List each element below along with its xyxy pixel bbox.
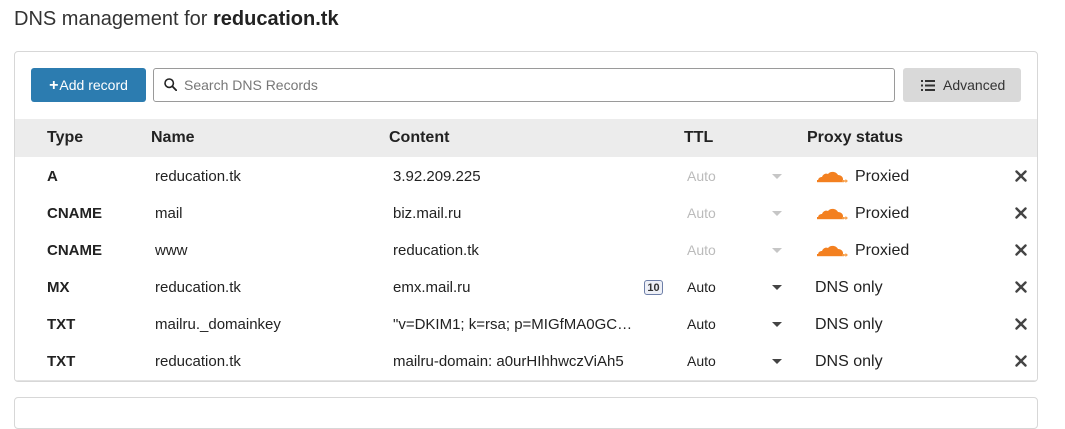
proxy-status[interactable]: DNS only: [815, 343, 883, 380]
add-record-button[interactable]: +Add record: [31, 68, 146, 102]
record-content[interactable]: emx.mail.ru: [393, 269, 471, 306]
record-content[interactable]: reducation.tk: [393, 232, 479, 269]
header-content[interactable]: Content: [389, 119, 449, 157]
ttl-select[interactable]: Auto: [687, 195, 716, 232]
record-name[interactable]: reducation.tk: [155, 158, 241, 195]
advanced-button[interactable]: Advanced: [903, 68, 1021, 102]
chevron-down-icon[interactable]: [772, 211, 782, 216]
record-type: MX: [47, 279, 70, 296]
record-type: A: [47, 168, 58, 185]
close-icon[interactable]: [1014, 169, 1028, 183]
record-content[interactable]: mailru-domain: a0urHIhhwczViAh5: [393, 343, 624, 380]
record-content[interactable]: 3.92.209.225: [393, 158, 481, 195]
close-icon[interactable]: [1014, 280, 1028, 294]
header-proxy-status[interactable]: Proxy status: [807, 119, 903, 157]
priority-badge: 10: [644, 280, 663, 295]
chevron-down-icon[interactable]: [772, 322, 782, 327]
search-box[interactable]: [153, 68, 895, 102]
ttl-select[interactable]: Auto: [687, 232, 716, 269]
header-type[interactable]: Type: [47, 119, 83, 157]
proxy-status[interactable]: Proxied: [855, 158, 909, 195]
page-title-domain: reducation.tk: [212, 8, 339, 30]
header-name[interactable]: Name: [151, 119, 195, 157]
table-row[interactable]: Areducation.tk 3.92.209.225 Auto Proxied: [15, 158, 1037, 196]
close-icon[interactable]: [1014, 243, 1028, 257]
record-content[interactable]: "v=DKIM1; k=rsa; p=MIGfMA0GC…: [393, 306, 632, 343]
secondary-card: [14, 397, 1038, 429]
dns-records-card: +Add record Advanced Type Name Content T…: [14, 51, 1038, 382]
chevron-down-icon[interactable]: [772, 248, 782, 253]
record-name[interactable]: reducation.tk: [155, 343, 241, 380]
ttl-select[interactable]: Auto: [687, 343, 716, 380]
cloud-icon[interactable]: [815, 243, 849, 262]
record-type: CNAME: [47, 205, 102, 222]
cloud-icon[interactable]: [815, 206, 849, 225]
close-icon[interactable]: [1014, 206, 1028, 220]
record-name[interactable]: reducation.tk: [155, 269, 241, 306]
proxy-status[interactable]: DNS only: [815, 269, 883, 306]
close-icon[interactable]: [1014, 354, 1028, 368]
record-name[interactable]: mail: [155, 195, 183, 232]
header-ttl[interactable]: TTL: [684, 119, 713, 157]
close-icon[interactable]: [1014, 317, 1028, 331]
ttl-select[interactable]: Auto: [687, 269, 716, 306]
record-type: TXT: [47, 353, 76, 370]
proxy-status[interactable]: DNS only: [815, 306, 883, 343]
table-row[interactable]: MX reducation.tk emx.mail.ru 10 Auto DNS only: [15, 269, 1037, 307]
record-type: TXT: [47, 316, 76, 333]
add-record-label: Add record: [59, 77, 128, 93]
record-name[interactable]: mailru._domainkey: [155, 306, 281, 343]
list-icon: [921, 80, 935, 91]
search-icon: [164, 78, 177, 91]
record-content[interactable]: biz.mail.ru: [393, 195, 461, 232]
table-header: Type Name Content TTL Proxy status: [15, 119, 1037, 157]
cloud-icon[interactable]: [815, 169, 849, 188]
advanced-label: Advanced: [943, 77, 1006, 93]
record-name[interactable]: www: [155, 232, 188, 269]
ttl-select[interactable]: Auto: [687, 158, 716, 195]
table-row[interactable]: CNAME www reducation.tk Auto Proxied: [15, 232, 1037, 270]
table-row[interactable]: CNAME mail biz.mail.ru Auto Proxied: [15, 195, 1037, 233]
proxy-status[interactable]: Proxied: [855, 232, 909, 269]
chevron-down-icon[interactable]: [772, 285, 782, 290]
page-title: DNS management for reducation.tk: [14, 8, 339, 31]
table-row[interactable]: TXT reducation.tk mailru-domain: a0urHIhhw…: [15, 343, 1037, 381]
page-title-prefix: DNS management for: [14, 8, 208, 30]
proxy-status[interactable]: Proxied: [855, 195, 909, 232]
ttl-select[interactable]: Auto: [687, 306, 716, 343]
table-row[interactable]: TXT mailru._domainkey "v=DKIM1; k=rsa; p=M…: [15, 306, 1037, 344]
record-type: CNAME: [47, 242, 102, 259]
plus-icon: +: [49, 77, 59, 94]
chevron-down-icon[interactable]: [772, 174, 782, 179]
chevron-down-icon[interactable]: [772, 359, 782, 364]
search-input[interactable]: [184, 69, 884, 101]
